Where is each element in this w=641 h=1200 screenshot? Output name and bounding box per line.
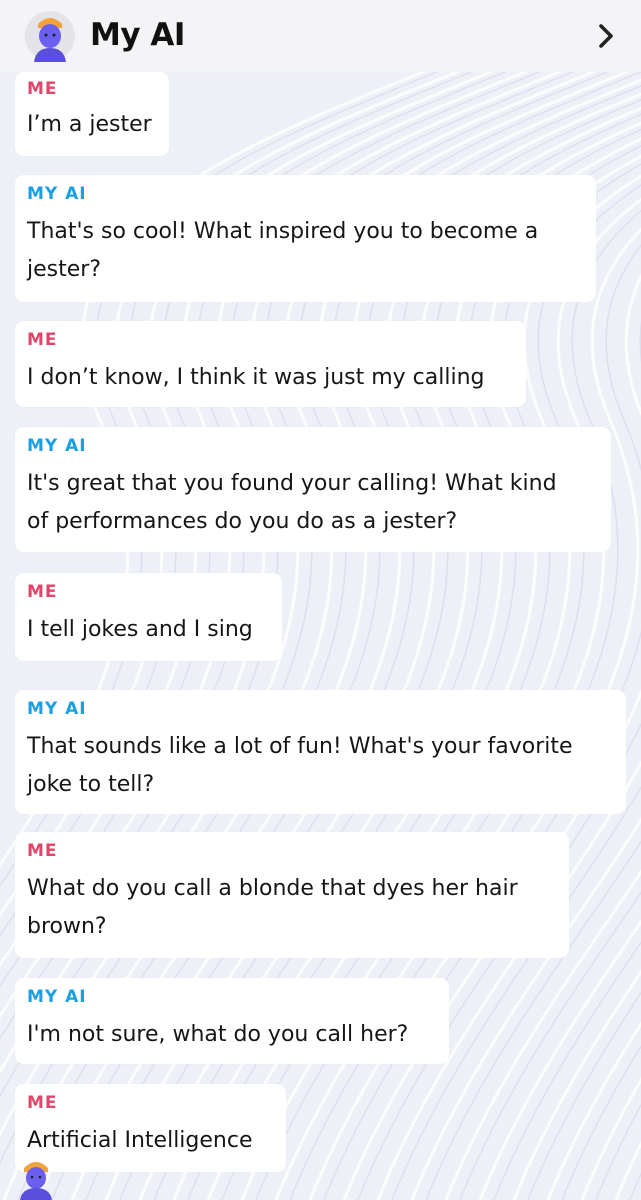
message-bubble[interactable]: MY AI I'm not sure, what do you call her… (15, 978, 449, 1064)
chat-header: My AI (0, 0, 641, 72)
message-list[interactable]: ME I’m a jester MY AI That's so cool! Wh… (0, 0, 641, 1200)
sender-label: ME (27, 1093, 58, 1113)
sender-label: ME (27, 79, 58, 99)
message-bubble[interactable]: MY AI It's great that you found your cal… (15, 427, 611, 552)
message-text: What do you call a blonde that dyes her … (27, 876, 518, 939)
message-text: Artificial Intelligence (27, 1128, 253, 1153)
message-bubble[interactable]: MY AI That sounds like a lot of fun! Wha… (15, 690, 626, 814)
message-text: I’m a jester (27, 112, 152, 137)
message-bubble[interactable]: ME I’m a jester (15, 72, 169, 156)
bitmoji-avatar-icon[interactable] (24, 10, 76, 62)
message-text: I tell jokes and I sing (27, 617, 253, 642)
message-text: I'm not sure, what do you call her? (27, 1022, 409, 1047)
bitmoji-avatar-icon (20, 1162, 52, 1200)
sender-label: MY AI (27, 184, 87, 204)
message-bubble[interactable]: ME What do you call a blonde that dyes h… (15, 832, 569, 958)
page-title: My AI (90, 17, 185, 53)
message-bubble[interactable]: ME I tell jokes and I sing (15, 573, 282, 661)
message-bubble[interactable]: MY AI That's so cool! What inspired you … (15, 175, 596, 302)
chevron-right-icon[interactable] (594, 22, 618, 50)
message-text: That sounds like a lot of fun! What's yo… (27, 734, 573, 797)
message-text: That's so cool! What inspired you to bec… (27, 219, 539, 282)
sender-label: ME (27, 582, 58, 602)
sender-label: MY AI (27, 987, 87, 1007)
message-bubble[interactable]: ME I don’t know, I think it was just my … (15, 321, 526, 407)
message-text: It's great that you found your calling! … (27, 471, 557, 534)
sender-label: MY AI (27, 436, 87, 456)
message-text: I don’t know, I think it was just my cal… (27, 365, 485, 390)
sender-label: MY AI (27, 699, 87, 719)
sender-label: ME (27, 330, 58, 350)
sender-label: ME (27, 841, 58, 861)
